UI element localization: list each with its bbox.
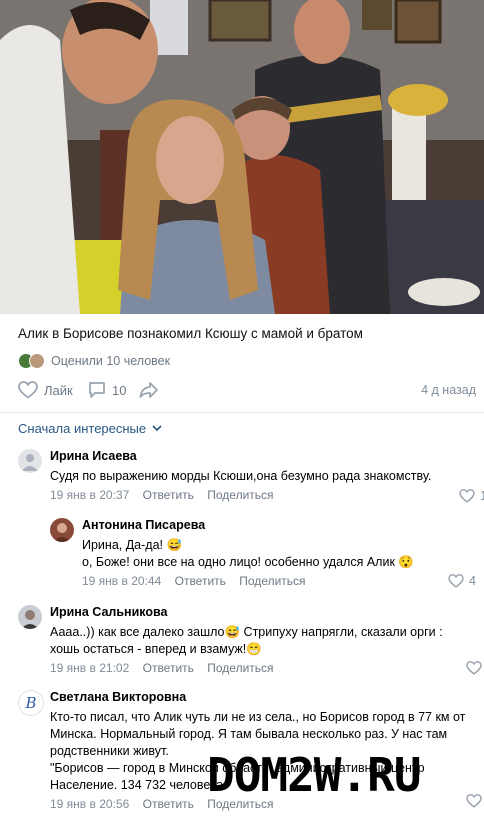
comment-icon <box>89 382 105 398</box>
comment-meta: 19 янв в 21:02 Ответить Поделиться <box>50 661 443 675</box>
comment-body: Ирина Сальникова Аааа..)) как все далеко… <box>50 605 443 675</box>
share-icon <box>139 382 158 398</box>
comment-line: о, Боже! они все на одно лицо! особенно … <box>82 555 414 569</box>
reply-button[interactable]: Ответить <box>175 574 226 588</box>
reactions-summary[interactable]: Оценили 10 человек <box>18 353 170 369</box>
comment-time[interactable]: 19 янв в 21:02 <box>50 661 129 675</box>
comment-like-button[interactable]: 4 <box>448 574 476 588</box>
reply-button[interactable]: Ответить <box>143 488 194 502</box>
comment-line: Ирина, Да-да! 😅 <box>82 538 183 552</box>
comment-line: Кто-то писал, что Алик чуть ли не из сел… <box>50 710 466 724</box>
post-actions: Лайк 10 4 д назад <box>18 381 476 401</box>
comment-line: хошь остаться - вперед и взамуж!😁 <box>50 642 262 656</box>
comment-reply: Антонина Писарева Ирина, Да-да! 😅 о, Бож… <box>50 518 476 590</box>
post-caption: Алик в Борисове познакомил Ксюшу с мамой… <box>18 326 363 341</box>
comment-like-button[interactable]: 5 <box>466 794 484 808</box>
comment-author[interactable]: Антонина Писарева <box>82 518 414 532</box>
share-comment-button[interactable]: Поделиться <box>239 574 305 588</box>
comment-time[interactable]: 19 янв в 20:37 <box>50 488 129 502</box>
avatar[interactable] <box>18 449 42 473</box>
watermark-text: DOM2W.RU <box>207 748 422 802</box>
user-placeholder-icon <box>22 454 38 471</box>
avatar <box>29 353 45 369</box>
comments-button[interactable]: 10 <box>88 381 126 399</box>
comment-time[interactable]: 19 янв в 20:44 <box>82 574 161 588</box>
like-label: Лайк <box>44 382 73 398</box>
comment-time[interactable]: 19 янв в 20:56 <box>50 797 129 811</box>
post-photo[interactable] <box>0 0 484 314</box>
comment-text: Судя по выражению морды Ксюши,она безумн… <box>50 469 432 483</box>
heart-icon <box>18 381 38 399</box>
post-time: 4 д назад <box>421 383 476 397</box>
chevron-down-icon <box>152 425 162 432</box>
like-count: 4 <box>469 574 476 588</box>
comment-meta: 19 янв в 20:37 Ответить Поделиться <box>50 488 431 502</box>
reaction-avatars <box>18 353 45 369</box>
comments-sort-dropdown[interactable]: Сначала интересные <box>18 421 162 436</box>
reply-button[interactable]: Ответить <box>143 797 194 811</box>
svg-text:B: B <box>24 694 36 712</box>
comment-body: Ирина Исаева Судя по выражению морды Ксю… <box>50 449 431 502</box>
reply-button[interactable]: Ответить <box>143 661 194 675</box>
avatar[interactable] <box>18 605 42 629</box>
share-comment-button[interactable]: Поделиться <box>207 488 273 502</box>
comment-line: Аааа..)) как все далеко зашло😅 Стрипуху … <box>50 625 443 639</box>
divider <box>0 412 484 413</box>
heart-icon <box>459 489 475 503</box>
comment-author[interactable]: Ирина Сальникова <box>50 605 443 619</box>
rated-text: Оценили 10 человек <box>51 354 171 368</box>
like-button[interactable]: Лайк <box>18 381 73 399</box>
heart-icon <box>466 661 482 675</box>
comment: Ирина Исаева Судя по выражению морды Ксю… <box>18 449 484 507</box>
comment-meta: 19 янв в 20:44 Ответить Поделиться <box>82 574 414 588</box>
comment-line: Минска. Нормальный город. Я там бывала н… <box>50 727 448 741</box>
comment-like-button[interactable]: 12 <box>459 489 484 503</box>
comment-body: Антонина Писарева Ирина, Да-да! 😅 о, Бож… <box>82 518 414 588</box>
like-count: 12 <box>480 489 484 503</box>
photo-illustration <box>0 0 484 314</box>
monogram-logo-icon: B <box>24 694 36 712</box>
heart-icon <box>466 794 482 808</box>
sort-label: Сначала интересные <box>18 421 147 436</box>
user-photo-icon <box>53 523 71 542</box>
comments-count: 10 <box>112 382 127 398</box>
comment-text: Аааа..)) как все далеко зашло😅 Стрипуху … <box>50 624 443 658</box>
comment-text: Ирина, Да-да! 😅 о, Боже! они все на одно… <box>82 537 414 571</box>
heart-icon <box>448 574 464 588</box>
avatar[interactable] <box>50 518 74 542</box>
user-photo-icon <box>21 610 39 629</box>
comment-author[interactable]: Светлана Викторовна <box>50 690 465 704</box>
avatar[interactable]: B <box>18 690 44 716</box>
comment-like-button[interactable]: 7 <box>466 661 484 675</box>
comment: Ирина Сальникова Аааа..)) как все далеко… <box>18 605 484 677</box>
share-button[interactable] <box>139 381 159 399</box>
comment-author[interactable]: Ирина Исаева <box>50 449 431 463</box>
share-comment-button[interactable]: Поделиться <box>207 661 273 675</box>
